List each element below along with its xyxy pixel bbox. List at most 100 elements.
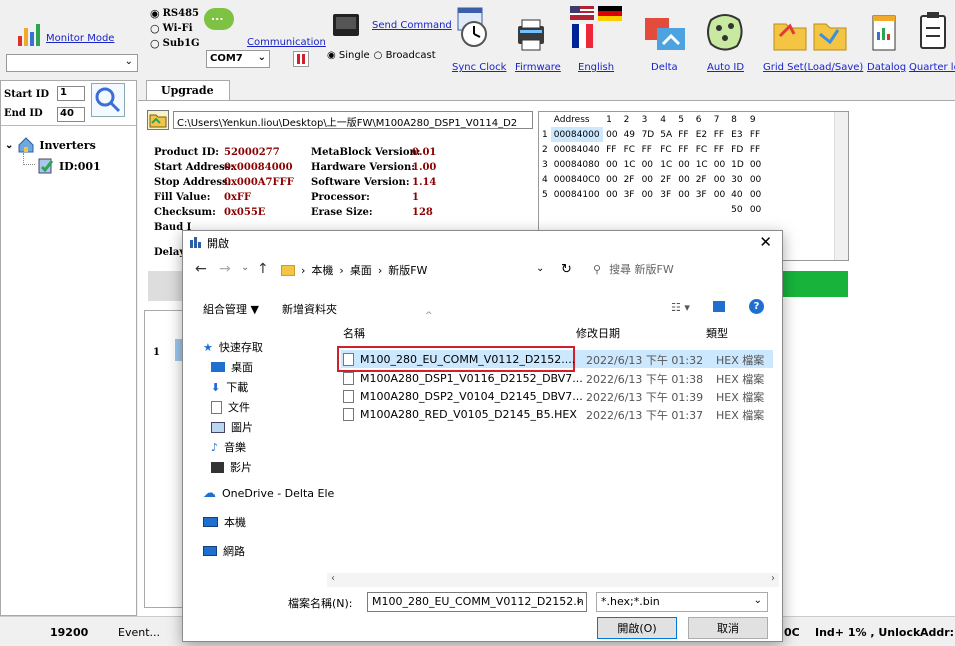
- start-id-input[interactable]: 1: [57, 86, 85, 101]
- radio-sub1g[interactable]: ○ Sub1G: [150, 36, 200, 51]
- recent-chevron-icon[interactable]: ⌄: [241, 262, 249, 273]
- radio-rs485[interactable]: ◉ RS485: [150, 6, 200, 21]
- datalog-button[interactable]: [870, 14, 898, 54]
- monitor-mode-button[interactable]: Monitor Mode: [8, 6, 138, 56]
- refresh-icon[interactable]: ↻: [561, 262, 572, 277]
- cancel-button[interactable]: 取消: [688, 617, 768, 639]
- scroll-left-icon[interactable]: ‹: [331, 573, 335, 584]
- open-file-button[interactable]: [147, 110, 169, 130]
- firmware-label: Firmware: [515, 62, 561, 73]
- chevron-down-icon[interactable]: ⌄: [575, 595, 583, 606]
- file-name: M100A280_RED_V0105_D2145_B5.HEX: [360, 408, 577, 421]
- hex-byte-cell: 1C: [695, 159, 708, 170]
- nav-desktop[interactable]: 桌面: [211, 359, 253, 375]
- desktop-icon: [211, 362, 225, 372]
- radio-single[interactable]: ◉ Single: [327, 50, 370, 61]
- grid-set-button[interactable]: [770, 14, 850, 54]
- back-arrow-icon[interactable]: ←: [195, 261, 207, 277]
- hex-empty-cell: [639, 202, 658, 217]
- view-options-icon[interactable]: ☷ ▾: [671, 301, 690, 314]
- search-button[interactable]: [91, 83, 125, 117]
- radio-wifi[interactable]: ○ Wi-Fi: [150, 21, 200, 36]
- cloud-icon: ☁: [203, 486, 216, 501]
- horizontal-scrollbar[interactable]: ‹ ›: [327, 573, 779, 587]
- hex-row[interactable]: 1 00084000 00 49 7D 5A FF E2 FF E3 FF: [539, 127, 764, 142]
- open-button[interactable]: 開啟(O): [597, 617, 677, 639]
- nav-onedrive[interactable]: ☁ OneDrive - Delta Ele: [203, 486, 334, 501]
- tree-item-id001[interactable]: ID:001: [37, 157, 101, 175]
- nav-network[interactable]: 網路: [203, 543, 245, 559]
- nav-quick-access[interactable]: ★ 快速存取: [203, 339, 263, 355]
- nav-pictures[interactable]: 圖片: [211, 419, 253, 435]
- file-path-field[interactable]: C:\Users\Yenkun.liou\Desktop\上一版FW\M100A…: [173, 111, 533, 129]
- hex-empty-cell: [551, 202, 603, 217]
- delta-button[interactable]: [643, 16, 691, 54]
- new-folder-button[interactable]: 新增資料夾: [282, 301, 337, 317]
- file-row[interactable]: M100_280_EU_COMM_V0112_D2152.... 2022/6/1…: [343, 351, 764, 368]
- nav-music[interactable]: ♪ 音樂: [211, 439, 246, 455]
- device-grid[interactable]: 1: [144, 310, 184, 608]
- folder-open-icon: [149, 114, 167, 128]
- breadcrumb-item[interactable]: 新版FW: [388, 262, 427, 278]
- tree-connector: [23, 153, 35, 165]
- auto-id-button[interactable]: [705, 10, 745, 54]
- communication-link[interactable]: Communication: [247, 37, 326, 48]
- quarter-log-button[interactable]: [918, 10, 948, 54]
- com-port-select[interactable]: COM7 ⌄: [206, 50, 270, 68]
- nav-videos[interactable]: 影片: [211, 459, 252, 475]
- hex-row-number: 1: [542, 129, 548, 140]
- checksum-value: 0x055E: [224, 207, 266, 218]
- column-date[interactable]: 修改日期: [576, 325, 620, 341]
- firmware-button[interactable]: [516, 18, 546, 54]
- filename-input[interactable]: M100_280_EU_COMM_V0112_D2152.h: [367, 592, 587, 612]
- pause-button[interactable]: [293, 51, 309, 67]
- file-row[interactable]: M100A280_DSP1_V0116_D2152_DBV7... 2022/6/…: [343, 370, 764, 387]
- hex-header-cell: 7: [713, 114, 720, 125]
- search-box[interactable]: ⚲ 搜尋 新版FW: [585, 257, 775, 281]
- chevron-down-icon[interactable]: ⌄: [536, 263, 544, 274]
- file-type-filter[interactable]: *.hex;*.bin ⌄: [596, 592, 768, 612]
- hex-row[interactable]: 5 00084100 00 3F 00 3F 00 3F 00 40 00: [539, 187, 764, 202]
- hex-byte-cell: 00: [749, 174, 762, 185]
- send-command-link[interactable]: Send Command: [372, 20, 452, 31]
- forward-arrow-icon[interactable]: →: [219, 261, 231, 277]
- preview-pane-icon[interactable]: [713, 301, 725, 312]
- hex-row[interactable]: 50 00: [539, 202, 764, 217]
- breadcrumb-item[interactable]: 本機: [311, 262, 333, 278]
- hex-scrollbar[interactable]: [834, 112, 848, 260]
- file-row[interactable]: M100A280_RED_V0105_D2145_B5.HEX 2022/6/13…: [343, 406, 764, 423]
- hex-byte-cell: FF: [641, 144, 652, 155]
- hex-row[interactable]: 3 00084080 00 1C 00 1C 00 1C 00 1D 00: [539, 157, 764, 172]
- end-id-input[interactable]: 40: [57, 107, 85, 122]
- hex-row[interactable]: 4 000840C0 00 2F 00 2F 00 2F 00 30 00: [539, 172, 764, 187]
- organize-menu[interactable]: 組合管理 ▼: [203, 301, 259, 317]
- product-id-value: 52000277: [224, 147, 280, 158]
- column-type[interactable]: 類型: [706, 325, 728, 341]
- up-arrow-icon[interactable]: ↑: [257, 261, 269, 277]
- software-version-value: 1.14: [412, 177, 437, 188]
- file-row[interactable]: M100A280_DSP2_V0104_D2145_DBV7... 2022/6/…: [343, 388, 764, 405]
- nav-this-pc[interactable]: 本機: [203, 514, 246, 530]
- tab-upgrade[interactable]: Upgrade: [146, 80, 230, 100]
- hex-byte-cell: 00: [749, 204, 762, 215]
- breadcrumb-item[interactable]: 桌面: [350, 262, 372, 278]
- hex-address-cell: 00084100: [553, 189, 600, 200]
- nav-documents[interactable]: 文件: [211, 399, 250, 415]
- tree-root-inverters[interactable]: ⌄ Inverters: [5, 136, 96, 154]
- close-icon[interactable]: ✕: [759, 233, 772, 251]
- help-icon[interactable]: ?: [749, 299, 764, 314]
- hex-address-cell: 00084080: [553, 159, 600, 170]
- monitor-mode-dropdown[interactable]: ⌄: [6, 54, 138, 72]
- hex-byte-cell: 30: [731, 174, 743, 185]
- sync-clock-button[interactable]: [452, 6, 492, 56]
- column-name[interactable]: 名稱: [343, 325, 365, 341]
- hex-byte-cell: E3: [731, 129, 743, 140]
- radio-broadcast[interactable]: ○ Broadcast: [374, 50, 436, 61]
- radio-broadcast-label: Broadcast: [385, 50, 436, 61]
- language-button[interactable]: [566, 4, 630, 54]
- breadcrumb[interactable]: › 本機 › 桌面 › 新版FW: [277, 258, 559, 282]
- hex-empty-cell: [675, 202, 692, 217]
- hex-row[interactable]: 2 00084040 FF FC FF FC FF FC FF FD FF: [539, 142, 764, 157]
- scroll-right-icon[interactable]: ›: [771, 573, 775, 584]
- nav-downloads[interactable]: ⬇ 下載: [211, 379, 248, 395]
